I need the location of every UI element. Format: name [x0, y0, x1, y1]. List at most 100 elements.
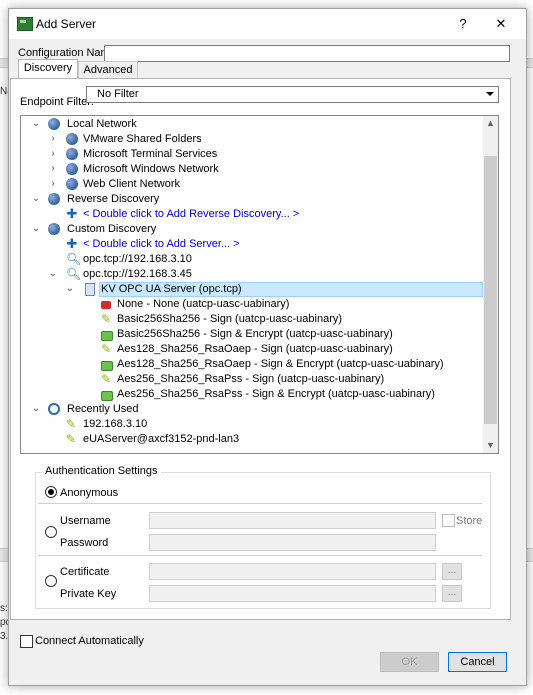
tree-node-label: Reverse Discovery: [67, 193, 160, 205]
tree-node-recent-item[interactable]: ✎ 192.168.3.10: [21, 417, 481, 432]
tree-node-label: opc.tcp://192.168.3.10: [83, 253, 192, 265]
tree-node-local-network[interactable]: ⌄ Local Network: [21, 117, 481, 132]
tree-node-label: Microsoft Terminal Services: [83, 148, 218, 160]
endpoint-label: Aes128_Sha256_RsaOaep - Sign (uatcp-uasc…: [117, 343, 393, 355]
chevron-down-icon[interactable]: ⌄: [48, 268, 58, 279]
pen-icon: ✎: [66, 432, 77, 446]
endpoint-filter-label: Endpoint Filter:: [20, 96, 94, 108]
tree-node-label: < Double click to Add Reverse Discovery.…: [83, 208, 300, 220]
scroll-down-arrow-icon[interactable]: ▼: [483, 438, 498, 453]
certificate-input[interactable]: [149, 563, 436, 580]
ok-button[interactable]: OK: [380, 652, 439, 672]
tree-node-label: KV OPC UA Server (opc.tcp): [101, 283, 242, 295]
pen-icon: ✎: [66, 417, 77, 431]
tree-node-label: VMware Shared Folders: [83, 133, 202, 145]
tab-discovery[interactable]: Discovery: [18, 59, 78, 79]
tree-node-recent-item[interactable]: ✎ eUAServer@axcf3152-pnd-lan3: [21, 432, 481, 447]
pen-icon: ✎: [101, 312, 112, 326]
certificate-radio[interactable]: [45, 575, 57, 587]
clock-icon: [48, 403, 60, 415]
certificate-label: Certificate: [60, 566, 110, 578]
chevron-right-icon[interactable]: ›: [48, 148, 58, 159]
configuration-name-label: Configuration Name: [18, 47, 116, 59]
network-globe-icon: [66, 163, 78, 175]
chevron-down-icon: [486, 92, 494, 96]
authentication-title: Authentication Settings: [42, 465, 161, 477]
network-globe-icon: [48, 118, 60, 130]
tree-node-label: Custom Discovery: [67, 223, 157, 235]
chevron-down-icon[interactable]: ⌄: [65, 283, 75, 294]
chevron-down-icon[interactable]: ⌄: [31, 193, 41, 204]
tree-node-ms-windows[interactable]: › Microsoft Windows Network: [21, 162, 481, 177]
tree-node-opc-45[interactable]: ⌄ 🔍︎ opc.tcp://192.168.3.45: [21, 267, 481, 282]
chevron-down-icon[interactable]: ⌄: [31, 223, 41, 234]
tree-node-recently-used[interactable]: ⌄ Recently Used: [21, 402, 481, 417]
chevron-right-icon[interactable]: ›: [48, 163, 58, 174]
dialog-title: Add Server: [36, 17, 97, 31]
tree-node-endpoint[interactable]: Aes128_Sha256_RsaOaep - Sign & Encrypt (…: [21, 357, 481, 372]
connect-automatically-label: Connect Automatically: [35, 635, 144, 647]
tree-node-custom-discovery[interactable]: ⌄ Custom Discovery: [21, 222, 481, 237]
tree-node-label: opc.tcp://192.168.3.45: [83, 268, 192, 280]
search-icon: 🔍︎: [66, 252, 82, 266]
close-button[interactable]: ✕: [491, 15, 511, 33]
tree-node-endpoint[interactable]: Aes256_Sha256_RsaPss - Sign & Encrypt (u…: [21, 387, 481, 402]
network-globe-icon: [66, 178, 78, 190]
private-key-input[interactable]: [149, 585, 436, 602]
username-radio[interactable]: [45, 526, 57, 538]
tree-node-web-client[interactable]: › Web Client Network: [21, 177, 481, 192]
tree-node-ms-terminal[interactable]: › Microsoft Terminal Services: [21, 147, 481, 162]
tree-node-kv-server[interactable]: ⌄ KV OPC UA Server (opc.tcp): [21, 282, 481, 297]
network-globe-icon: [66, 148, 78, 160]
help-button[interactable]: ?: [453, 15, 473, 33]
chevron-down-icon[interactable]: ⌄: [31, 118, 41, 129]
username-input[interactable]: [149, 512, 436, 529]
lock-green-icon: [101, 361, 113, 371]
tree-scrollbar[interactable]: ▲ ▼: [483, 116, 498, 453]
pen-icon: ✎: [101, 342, 112, 356]
tree-node-reverse-add[interactable]: ✚ < Double click to Add Reverse Discover…: [21, 207, 481, 222]
tree-node-reverse-discovery[interactable]: ⌄ Reverse Discovery: [21, 192, 481, 207]
private-key-browse-button[interactable]: ...: [442, 585, 462, 602]
network-globe-icon: [66, 133, 78, 145]
scroll-up-arrow-icon[interactable]: ▲: [483, 116, 498, 131]
endpoint-label: Basic256Sha256 - Sign & Encrypt (uatcp-u…: [117, 328, 393, 340]
anonymous-label: Anonymous: [60, 487, 119, 499]
tree-node-vmware[interactable]: › VMware Shared Folders: [21, 132, 481, 147]
tree-node-endpoint[interactable]: Basic256Sha256 - Sign & Encrypt (uatcp-u…: [21, 327, 481, 342]
store-checkbox[interactable]: [442, 514, 455, 527]
configuration-name-input[interactable]: [104, 45, 510, 62]
store-label: Store: [456, 515, 483, 527]
password-label: Password: [60, 537, 109, 549]
tree-node-label: 192.168.3.10: [83, 418, 148, 430]
app-icon: [17, 17, 33, 31]
tree-node-label: < Double click to Add Server... >: [83, 238, 240, 250]
password-input[interactable]: [149, 534, 436, 551]
tree-node-endpoint[interactable]: ✎ Aes128_Sha256_RsaOaep - Sign (uatcp-ua…: [21, 342, 481, 357]
connect-automatically-checkbox[interactable]: [20, 635, 33, 648]
tree-node-endpoint[interactable]: None - None (uatcp-uasc-uabinary): [21, 297, 481, 312]
scroll-thumb[interactable]: [484, 156, 497, 424]
chevron-right-icon[interactable]: ›: [48, 133, 58, 144]
endpoint-label: Basic256Sha256 - Sign (uatcp-uasc-uabina…: [117, 313, 343, 325]
chevron-down-icon[interactable]: ⌄: [31, 403, 41, 414]
tree-node-endpoint[interactable]: ✎ Basic256Sha256 - Sign (uatcp-uasc-uabi…: [21, 312, 481, 327]
tree-node-label: Local Network: [67, 118, 137, 130]
tree-node-custom-add[interactable]: ✚ < Double click to Add Server... >: [21, 237, 481, 252]
endpoint-label: Aes256_Sha256_RsaPss - Sign & Encrypt (u…: [117, 388, 435, 400]
tree-node-label: Web Client Network: [83, 178, 180, 190]
endpoint-filter-select[interactable]: No Filter: [86, 86, 499, 103]
chevron-right-icon[interactable]: ›: [48, 178, 58, 189]
add-plus-icon: ✚: [66, 236, 78, 251]
anonymous-radio[interactable]: [45, 486, 57, 498]
tree-node-label: Microsoft Windows Network: [83, 163, 219, 175]
endpoint-label: None - None (uatcp-uasc-uabinary): [117, 298, 290, 310]
server-tree[interactable]: ⌄ Local Network › VMware Shared Folders …: [20, 115, 499, 454]
tab-advanced[interactable]: Advanced: [78, 61, 138, 79]
tree-node-opc-10[interactable]: 🔍︎ opc.tcp://192.168.3.10: [21, 252, 481, 267]
pen-icon: ✎: [101, 372, 112, 386]
cancel-button[interactable]: Cancel: [448, 652, 507, 672]
certificate-browse-button[interactable]: ...: [442, 563, 462, 580]
network-globe-icon: [48, 223, 60, 235]
tree-node-endpoint[interactable]: ✎ Aes256_Sha256_RsaPss - Sign (uatcp-uas…: [21, 372, 481, 387]
